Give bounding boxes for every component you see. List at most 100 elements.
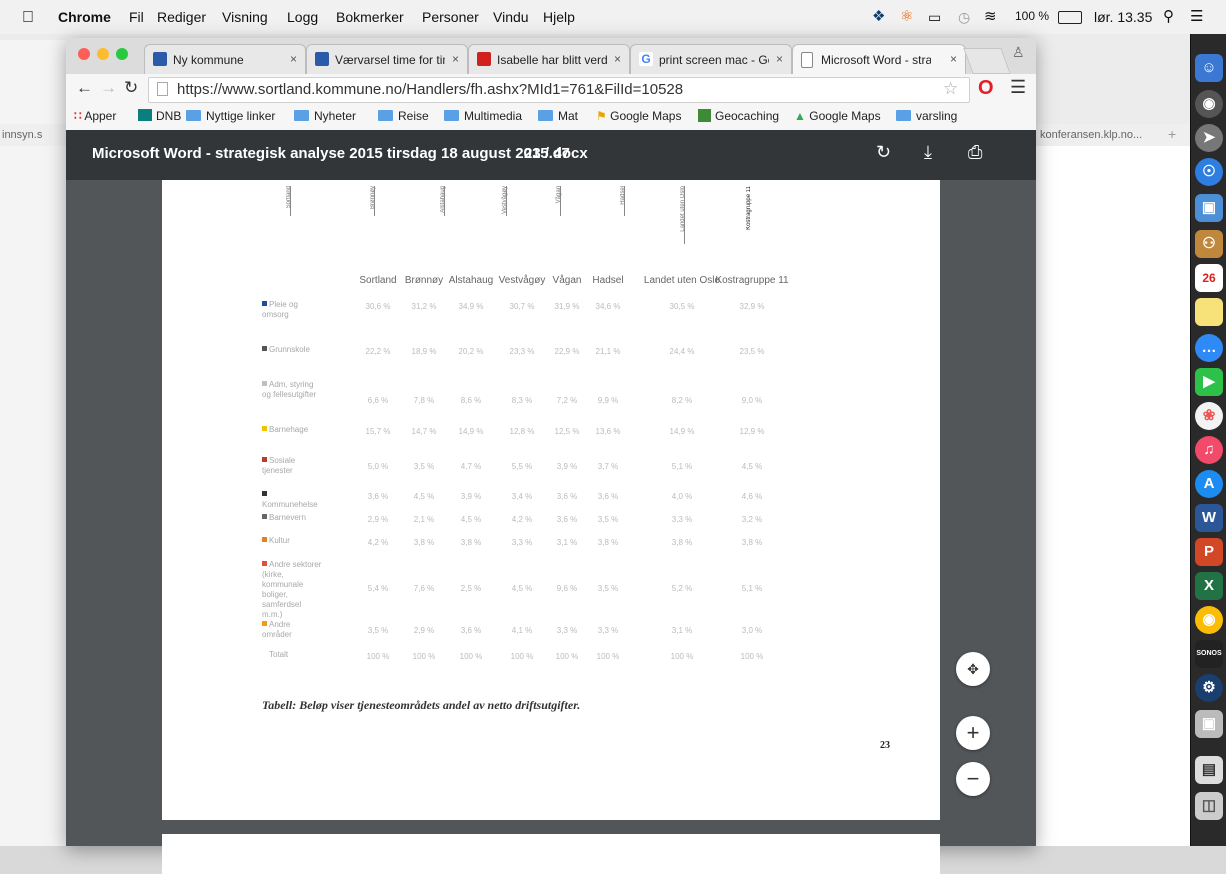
battery-icon[interactable] (1058, 11, 1082, 24)
apple-icon[interactable]:  (22, 9, 34, 27)
trash-icon[interactable]: ◫ (1195, 792, 1223, 820)
table-cell: 100 % (366, 652, 390, 661)
menu-item-logg[interactable]: Logg (287, 9, 318, 25)
word-icon[interactable]: W (1195, 504, 1223, 532)
legend-swatch (262, 381, 267, 386)
bookmark-varsling[interactable]: varsling (896, 109, 957, 123)
menu-clock[interactable]: lør. 13.35 (1094, 9, 1152, 25)
rotate-icon[interactable]: ↻ (876, 142, 891, 163)
download-icon[interactable]: ⤓ (924, 142, 932, 163)
menu-app-name[interactable]: Chrome (58, 9, 111, 25)
close-window-button[interactable] (78, 48, 90, 60)
fit-page-icon[interactable]: ✥ (956, 652, 990, 686)
maps-icon: ▲ (794, 109, 806, 123)
table-caption: Tabell: Beløp viser tjenesteområdets and… (262, 698, 581, 712)
chrome-icon[interactable]: ◉ (1195, 606, 1223, 634)
bookmark-star-icon[interactable]: ☆ (943, 79, 958, 99)
address-bar-url[interactable]: https://www.sortland.kommune.no/Handlers… (177, 81, 683, 98)
airplay-icon[interactable]: ▭ (928, 9, 941, 26)
tab-close-icon[interactable]: × (452, 52, 459, 66)
tab-isabelle[interactable]: Isabelle har blitt verde × (468, 44, 630, 75)
menu-item-bokmerker[interactable]: Bokmerker (336, 9, 404, 25)
tab-microsoft-word[interactable]: Microsoft Word - strat × (792, 44, 966, 75)
zoom-out-icon[interactable]: − (956, 762, 990, 796)
timer-icon[interactable]: ⚛ (900, 7, 913, 25)
background-add-icon[interactable]: + (1168, 126, 1176, 142)
rocket-icon[interactable]: ➤ (1195, 124, 1223, 152)
new-tab-button[interactable] (963, 48, 1011, 74)
notification-center-icon[interactable]: ☰ (1190, 7, 1203, 25)
contacts-icon[interactable]: ⚇ (1195, 230, 1223, 258)
dropbox-icon[interactable]: ❖ (872, 7, 885, 25)
row-label: Sosiale tjenester (262, 456, 322, 476)
calendar-icon[interactable]: 26 (1195, 264, 1223, 292)
forward-icon[interactable]: → (100, 78, 117, 98)
bookmark-mat[interactable]: Mat (538, 109, 578, 123)
minimize-window-button[interactable] (97, 48, 109, 60)
steam-icon[interactable]: ⚙ (1195, 674, 1223, 702)
table-cell: 5,0 % (367, 462, 389, 471)
table-cell: 3,8 % (741, 538, 763, 547)
powerpoint-icon[interactable]: P (1195, 538, 1223, 566)
print-icon[interactable]: ⎙ (968, 142, 982, 163)
tab-print-screen[interactable]: G print screen mac - Goo × (630, 44, 792, 75)
itunes-icon[interactable]: ♫ (1195, 436, 1223, 464)
table-cell: 31,9 % (554, 302, 580, 311)
legend-swatch (262, 491, 267, 496)
menu-item-rediger[interactable]: Rediger (157, 9, 206, 25)
documents-folder-icon[interactable]: ▤ (1195, 756, 1223, 784)
reload-icon[interactable]: ↻ (124, 78, 138, 98)
profile-icon[interactable]: ♙ (1012, 44, 1025, 61)
menu-item-visning[interactable]: Visning (222, 9, 268, 25)
tab-vaervarsel[interactable]: Værvarsel time for tim × (306, 44, 468, 75)
finder-icon[interactable]: ☺ (1195, 54, 1223, 82)
menu-item-hjelp[interactable]: Hjelp (543, 9, 575, 25)
bookmark-geocaching[interactable]: Geocaching (698, 109, 779, 123)
back-icon[interactable]: ← (76, 78, 93, 98)
screenshot-icon[interactable]: ▣ (1195, 710, 1223, 738)
bookmark-apper[interactable]: ∷ Apper (74, 109, 116, 123)
safari-icon[interactable]: ☉ (1195, 158, 1223, 186)
col-header-kostragruppe: Kostragruppe 11 (715, 275, 789, 286)
table-cell: 5,1 % (671, 462, 693, 471)
photos-icon[interactable]: ❀ (1195, 402, 1223, 430)
preview-icon[interactable]: ▣ (1195, 194, 1223, 222)
bookmark-nyttige-linker[interactable]: Nyttige linker (186, 109, 275, 123)
maximize-window-button[interactable] (116, 48, 128, 60)
table-cell: 4,5 % (511, 584, 533, 593)
facetime-icon[interactable]: ▶ (1195, 368, 1223, 396)
table-cell: 30,7 % (509, 302, 535, 311)
bookmark-google-maps[interactable]: ⚑ Google Maps (596, 109, 681, 123)
timemachine-icon[interactable]: ◷ (958, 9, 970, 26)
zoom-in-icon[interactable]: + (956, 716, 990, 750)
table-cell: 9,0 % (741, 396, 763, 405)
messages-icon[interactable]: … (1195, 334, 1223, 362)
current-page-input[interactable]: 23 (524, 145, 541, 162)
tab-close-icon[interactable]: × (776, 52, 783, 66)
opera-icon[interactable]: O (978, 77, 994, 100)
search-icon[interactable]: ⚲ (1163, 7, 1174, 25)
bookmark-google-maps-2[interactable]: ▲ Google Maps (794, 109, 881, 123)
bookmark-reise[interactable]: Reise (378, 109, 429, 123)
notes-icon[interactable] (1195, 298, 1223, 326)
menu-item-fil[interactable]: Fil (129, 9, 144, 25)
table-cell: 3,6 % (460, 626, 482, 635)
launchpad-icon[interactable]: ◉ (1195, 90, 1223, 118)
tab-ny-kommune[interactable]: Ny kommune × (144, 44, 306, 75)
menu-item-personer[interactable]: Personer (422, 9, 479, 25)
bookmark-nyheter[interactable]: Nyheter (294, 109, 356, 123)
tab-close-icon[interactable]: × (614, 52, 621, 66)
excel-icon[interactable]: X (1195, 572, 1223, 600)
chrome-menu-icon[interactable]: ☰ (1010, 77, 1026, 98)
address-bar[interactable]: https://www.sortland.kommune.no/Handlers… (148, 77, 970, 103)
tab-close-icon[interactable]: × (290, 52, 297, 66)
app-store-icon[interactable]: A (1195, 470, 1223, 498)
bookmark-label: Google Maps (809, 109, 881, 123)
bookmark-dnb[interactable]: DNB (138, 109, 181, 123)
wifi-icon[interactable]: ≋ (984, 7, 997, 25)
tab-close-icon[interactable]: × (950, 52, 957, 66)
tab-strip: Ny kommune × Værvarsel time for tim × Is… (66, 38, 1036, 75)
sonos-icon[interactable]: SONOS (1195, 640, 1223, 668)
menu-item-vindu[interactable]: Vindu (493, 9, 529, 25)
bookmark-multimedia[interactable]: Multimedia (444, 109, 522, 123)
